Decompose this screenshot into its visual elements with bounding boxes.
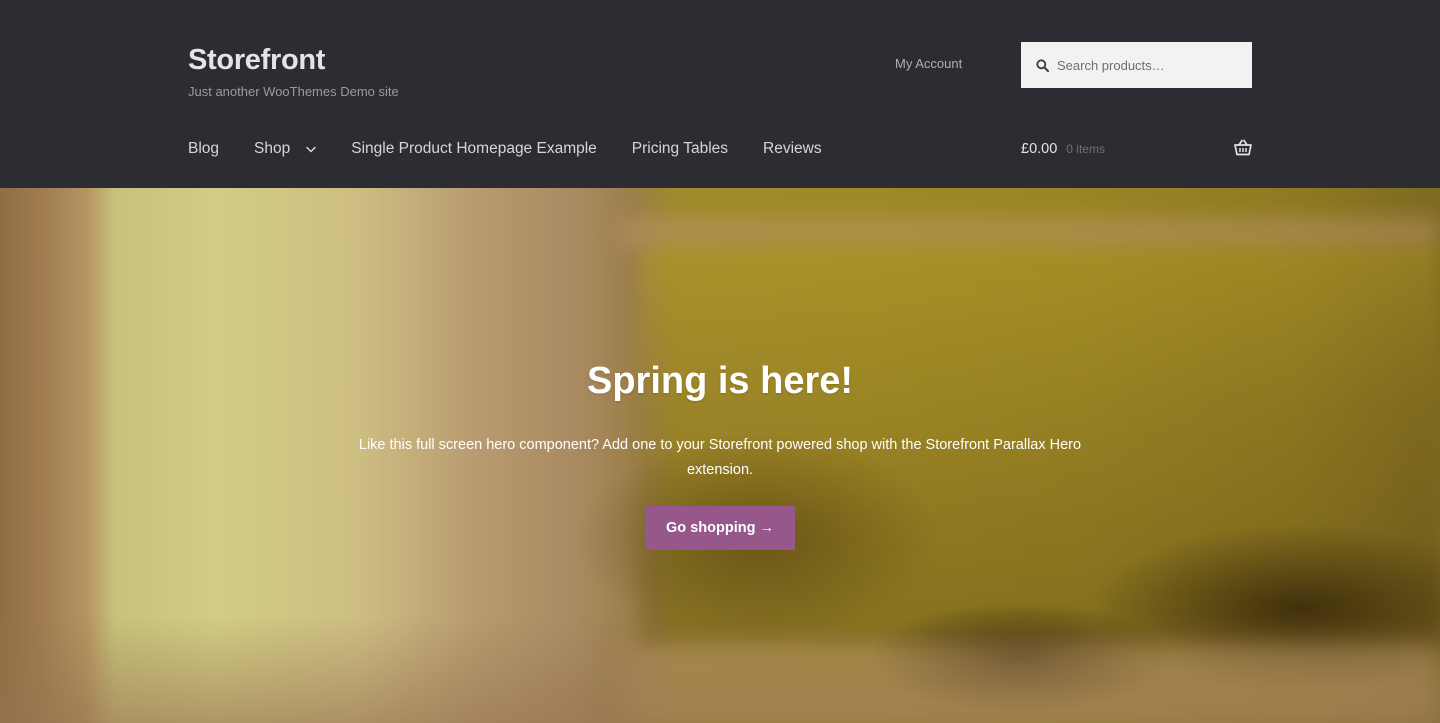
site-tagline: Just another WooThemes Demo site: [188, 84, 399, 99]
chevron-down-icon[interactable]: [306, 146, 316, 153]
nav-item-blog[interactable]: Blog: [188, 138, 219, 160]
my-account-link[interactable]: My Account: [895, 56, 962, 71]
header-cart[interactable]: £0.00 0 items: [1021, 138, 1252, 160]
nav-item-shop[interactable]: Shop: [254, 138, 316, 160]
hero-title: Spring is here!: [586, 360, 854, 402]
basket-icon[interactable]: [1234, 139, 1252, 161]
nav-item-single-product-homepage-example[interactable]: Single Product Homepage Example: [351, 138, 597, 160]
hero-description: Like this full screen hero component? Ad…: [358, 437, 1082, 478]
search-icon: [1036, 58, 1049, 72]
site-header: Storefront Just another WooThemes Demo s…: [0, 0, 1440, 188]
cart-item-count: 0 items: [1066, 142, 1105, 156]
search-form: [1021, 42, 1252, 88]
hero-background-detail: [620, 218, 1440, 248]
nav-item-label: Shop: [254, 140, 291, 157]
hero-section: Spring is here! Like this full screen he…: [0, 188, 1440, 723]
nav-item-reviews[interactable]: Reviews: [763, 138, 822, 160]
primary-navigation: Blog Shop Single Product Homepage Exampl…: [188, 138, 857, 160]
search-input[interactable]: [1057, 57, 1237, 73]
nav-item-label: Blog: [188, 140, 220, 157]
nav-item-pricing-tables[interactable]: Pricing Tables: [632, 138, 728, 160]
site-title[interactable]: Storefront: [188, 44, 325, 77]
hero-background-detail: [620, 643, 1440, 723]
nav-item-label: Reviews: [763, 140, 822, 157]
go-shopping-button[interactable]: Go shopping →: [645, 506, 795, 550]
nav-item-label: Single Product Homepage Example: [351, 140, 597, 157]
cart-amount: £0.00: [1021, 141, 1058, 157]
nav-item-label: Pricing Tables: [631, 140, 729, 157]
